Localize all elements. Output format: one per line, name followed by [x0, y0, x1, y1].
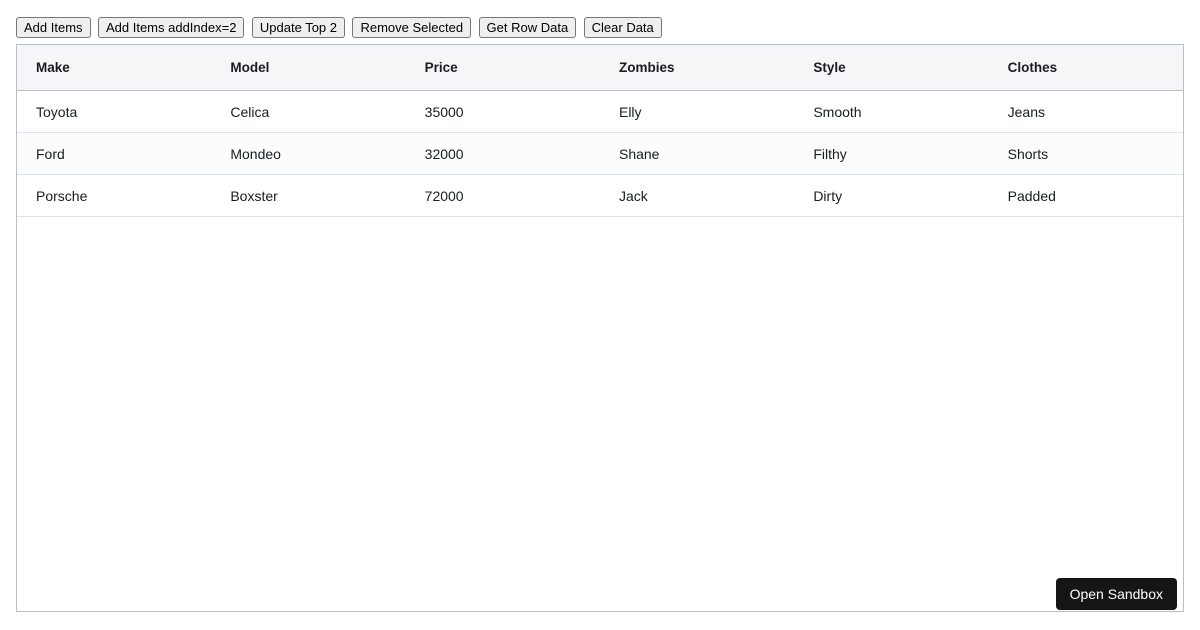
cell-price: 35000	[424, 103, 464, 120]
column-header-make[interactable]: Make	[17, 45, 211, 90]
grid-header-row: Make Model Price Zombies Style Clothes	[17, 45, 1183, 91]
column-header-price[interactable]: Price	[406, 45, 600, 90]
remove-selected-button[interactable]: Remove Selected	[352, 17, 472, 38]
cell-make: Toyota	[36, 103, 78, 120]
cell-make: Ford	[36, 145, 65, 162]
cell-style: Dirty	[813, 187, 843, 204]
open-sandbox-button[interactable]: Open Sandbox	[1055, 578, 1177, 610]
cell-zombies: Shane	[618, 145, 660, 162]
cell-model: Boxster	[230, 187, 278, 204]
column-header-style[interactable]: Style	[794, 45, 988, 90]
column-header-clothes[interactable]: Clothes	[989, 45, 1183, 90]
column-header-model[interactable]: Model	[211, 45, 405, 90]
table-row[interactable]: Porsche Boxster 72000 Jack Dirty Padded	[17, 175, 1183, 217]
page: Add Items Add Items addIndex=2 Update To…	[0, 0, 1200, 612]
cell-style: Filthy	[813, 145, 847, 162]
cell-price: 72000	[424, 187, 464, 204]
table-row[interactable]: Toyota Celica 35000 Elly Smooth Jeans	[17, 91, 1183, 133]
toolbar: Add Items Add Items addIndex=2 Update To…	[16, 17, 1184, 38]
cell-style: Smooth	[813, 103, 862, 120]
cell-price: 32000	[424, 145, 464, 162]
add-items-addindex-button[interactable]: Add Items addIndex=2	[97, 17, 245, 38]
clear-data-button[interactable]: Clear Data	[583, 17, 662, 38]
cell-clothes: Jeans	[1007, 103, 1045, 120]
cell-make: Porsche	[36, 187, 88, 204]
column-header-zombies[interactable]: Zombies	[600, 45, 794, 90]
cell-zombies: Elly	[618, 103, 642, 120]
update-top-2-button[interactable]: Update Top 2	[251, 17, 345, 38]
add-items-button[interactable]: Add Items	[16, 17, 91, 38]
cell-clothes: Padded	[1007, 187, 1056, 204]
get-row-data-button[interactable]: Get Row Data	[478, 17, 577, 38]
data-grid: Make Model Price Zombies Style Clothes T…	[16, 44, 1184, 612]
cell-zombies: Jack	[618, 187, 648, 204]
cell-model: Celica	[230, 103, 270, 120]
cell-clothes: Shorts	[1007, 145, 1049, 162]
cell-model: Mondeo	[230, 145, 281, 162]
table-row[interactable]: Ford Mondeo 32000 Shane Filthy Shorts	[17, 133, 1183, 175]
